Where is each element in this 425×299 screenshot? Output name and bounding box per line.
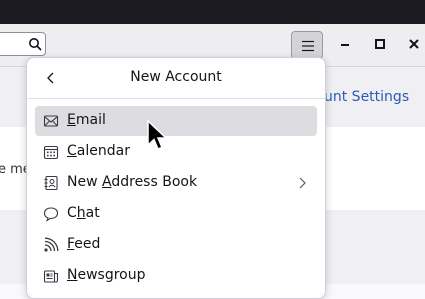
menu-item-label: Calendar (67, 143, 130, 159)
menu-item-newsgroup[interactable]: Newsgroup (35, 261, 317, 291)
close-button[interactable] (406, 36, 422, 52)
minimize-button[interactable] (337, 36, 353, 52)
mouse-cursor-icon (147, 120, 168, 150)
maximize-button[interactable] (372, 36, 388, 52)
menu-item-email[interactable]: Email (35, 106, 317, 136)
menu-item-label: Feed (67, 236, 101, 252)
newsgroup-icon (43, 270, 59, 283)
app-menu-button[interactable] (291, 31, 323, 59)
new-account-panel: New Account Email Calendar New Address B… (26, 57, 326, 299)
menu-item-calendar[interactable]: Calendar (35, 137, 317, 167)
menu-item-label: New Address Book (67, 174, 198, 190)
rss-feed-icon (44, 237, 59, 252)
menu-item-label: Email (67, 112, 106, 128)
panel-title: New Account (130, 69, 222, 85)
panel-header: New Account (27, 58, 325, 99)
address-book-icon (44, 175, 58, 191)
menu-item-chat[interactable]: Chat (35, 199, 317, 229)
chevron-right-icon (299, 177, 306, 189)
menu-item-feed[interactable]: Feed (35, 230, 317, 260)
hamburger-icon (302, 40, 314, 52)
search-icon[interactable] (28, 37, 42, 51)
menu-item-new-address-book[interactable]: New Address Book (35, 168, 317, 198)
window-titlebar (0, 0, 425, 24)
calendar-icon (43, 145, 59, 160)
envelope-icon (43, 115, 59, 127)
chat-icon (43, 207, 59, 222)
account-settings-link[interactable]: unt Settings (324, 89, 409, 105)
menu-item-label: Chat (67, 205, 100, 221)
menu-item-label: Newsgroup (67, 267, 146, 283)
